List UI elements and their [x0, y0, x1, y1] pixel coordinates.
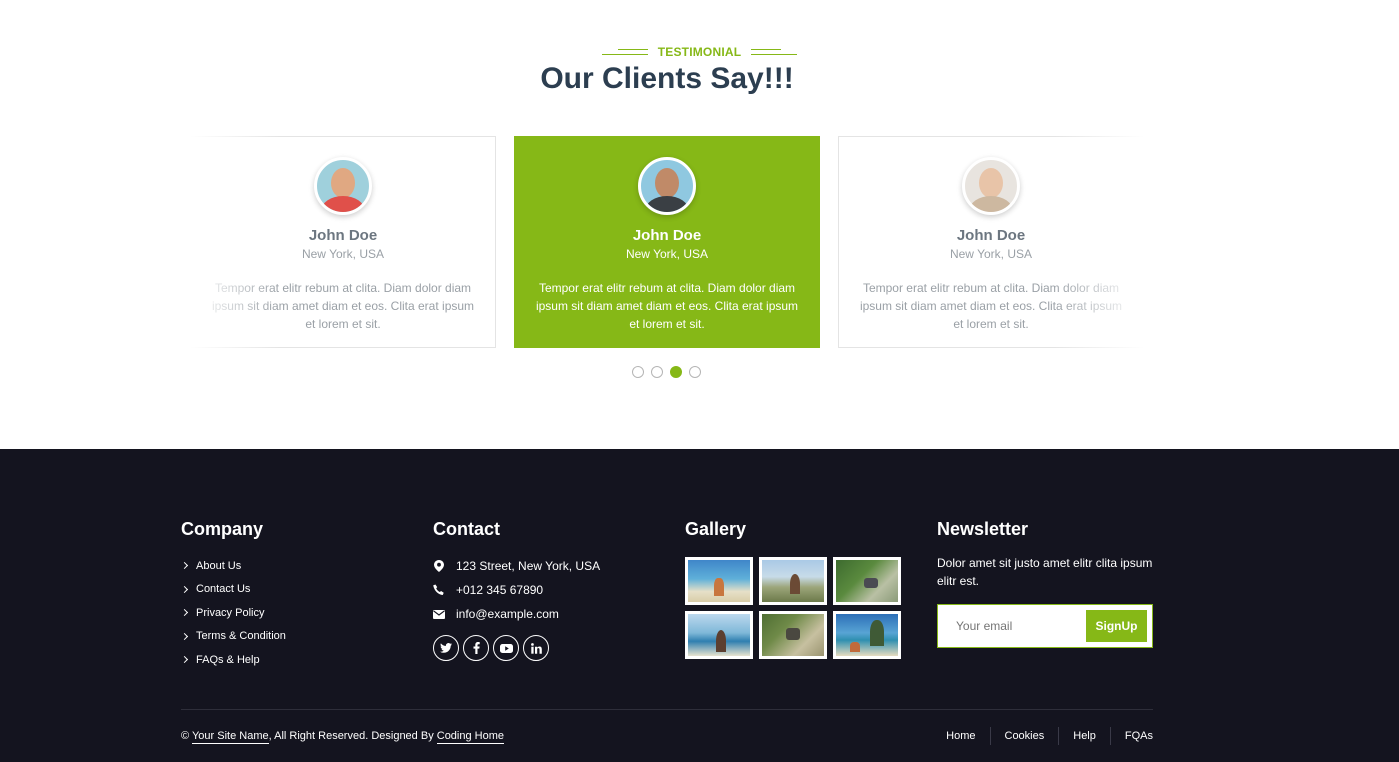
testimonial-section: TESTIMONIAL Our Clients Say!!! John Doe …	[0, 0, 1399, 449]
carousel-dots	[632, 366, 701, 378]
contact-address: 123 Street, New York, USA	[433, 554, 600, 578]
copyright: © Your Site Name, All Right Reserved. De…	[181, 730, 505, 744]
eyebrow-label: TESTIMONIAL	[657, 45, 742, 59]
chevron-right-icon	[180, 609, 189, 617]
client-quote: Tempor erat elitr rebum at clita. Diam d…	[211, 281, 475, 331]
phone-icon	[433, 584, 445, 596]
section-heading: Our Clients Say!!!	[540, 62, 794, 95]
client-location: New York, USA	[301, 247, 385, 261]
carousel-dot-4[interactable]	[689, 366, 701, 378]
chevron-right-icon	[180, 562, 189, 570]
client-quote: Tempor erat elitr rebum at clita. Diam d…	[535, 281, 799, 331]
newsletter-email-input[interactable]	[938, 605, 1088, 647]
footer-nav-cookies[interactable]: Cookies	[989, 727, 1059, 745]
link-label: FAQs & Help	[196, 653, 260, 666]
gallery-image[interactable]	[833, 557, 901, 605]
client-name: John Doe	[956, 227, 1026, 244]
footer-contact-title: Contact	[433, 519, 500, 539]
chevron-right-icon	[180, 632, 189, 640]
client-name: John Doe	[632, 227, 702, 244]
link-label: Contact Us	[196, 583, 251, 596]
gallery-image[interactable]	[685, 557, 753, 605]
testimonial-card-active[interactable]: John Doe New York, USA Tempor erat elitr…	[514, 136, 820, 348]
testimonial-card[interactable]: John Doe New York, USA Tempor erat elitr…	[838, 136, 1144, 348]
signup-button[interactable]: SignUp	[1086, 610, 1147, 642]
newsletter-text: Dolor amet sit justo amet elitr clita ip…	[937, 556, 1153, 588]
copyright-symbol: ©	[181, 730, 192, 742]
section-eyebrow: TESTIMONIAL	[0, 43, 1399, 61]
link-label: Terms & Condition	[196, 630, 286, 643]
social-links	[433, 635, 600, 661]
chevron-right-icon	[180, 656, 189, 664]
footer-gallery-title: Gallery	[685, 519, 747, 539]
footer-nav-fqas[interactable]: FQAs	[1109, 727, 1153, 745]
footer-link-contact[interactable]: Contact Us	[180, 578, 286, 602]
client-location: New York, USA	[625, 247, 709, 261]
email-text: info@example.com	[456, 607, 559, 621]
linkedin-icon[interactable]	[523, 635, 549, 661]
contact-phone[interactable]: +012 345 67890	[433, 578, 600, 602]
gallery-grid	[685, 557, 901, 659]
avatar	[962, 157, 1020, 215]
footer-newsletter-title: Newsletter	[937, 519, 1029, 539]
avatar	[314, 157, 372, 215]
client-quote: Tempor erat elitr rebum at clita. Diam d…	[859, 281, 1123, 331]
gallery-image[interactable]	[759, 611, 827, 659]
footer-contact: Contact 123 Street, New York, USA +012 3…	[433, 519, 600, 661]
footer-link-terms[interactable]: Terms & Condition	[180, 625, 286, 649]
footer-nav-home[interactable]: Home	[932, 727, 989, 745]
footer-bottom-nav: Home Cookies Help FQAs	[932, 727, 1153, 745]
avatar	[638, 157, 696, 215]
address-text: 123 Street, New York, USA	[456, 559, 601, 573]
map-marker-icon	[433, 560, 445, 572]
carousel-dot-3-active[interactable]	[670, 366, 682, 378]
carousel-dot-1[interactable]	[632, 366, 644, 378]
footer-company: Company About Us Contact Us Privacy Poli…	[180, 519, 286, 672]
gallery-image[interactable]	[833, 611, 901, 659]
site-footer: Company About Us Contact Us Privacy Poli…	[0, 449, 1399, 762]
eyebrow-lines-right	[751, 48, 798, 56]
footer-divider	[181, 709, 1153, 710]
chevron-right-icon	[180, 585, 189, 593]
link-label: Privacy Policy	[196, 606, 265, 619]
footer-link-privacy[interactable]: Privacy Policy	[180, 601, 286, 625]
client-location: New York, USA	[949, 247, 1033, 261]
footer-company-title: Company	[181, 519, 264, 539]
contact-list: 123 Street, New York, USA +012 345 67890…	[433, 554, 600, 626]
youtube-icon[interactable]	[493, 635, 519, 661]
carousel-dot-2[interactable]	[651, 366, 663, 378]
footer-gallery: Gallery	[685, 519, 901, 659]
twitter-icon[interactable]	[433, 635, 459, 661]
link-label: About Us	[196, 559, 242, 572]
footer-link-about[interactable]: About Us	[180, 554, 286, 578]
footer-nav-help[interactable]: Help	[1058, 727, 1110, 745]
facebook-icon[interactable]	[463, 635, 489, 661]
designer-link[interactable]: Coding Home	[436, 730, 505, 744]
eyebrow-lines-left	[601, 48, 648, 56]
site-name-link[interactable]: Your Site Name	[191, 730, 269, 744]
footer-link-faqs[interactable]: FAQs & Help	[180, 648, 286, 672]
phone-text: +012 345 67890	[456, 583, 544, 597]
newsletter-form: SignUp	[937, 604, 1153, 648]
client-name: John Doe	[308, 227, 378, 244]
testimonial-carousel[interactable]: John Doe New York, USA Tempor erat elitr…	[0, 136, 1399, 348]
envelope-icon	[433, 608, 445, 620]
contact-email[interactable]: info@example.com	[433, 602, 600, 626]
copyright-text: , All Right Reserved. Designed By	[268, 730, 437, 742]
testimonial-card[interactable]: John Doe New York, USA Tempor erat elitr…	[190, 136, 496, 348]
footer-newsletter: Newsletter Dolor amet sit justo amet eli…	[937, 519, 1153, 648]
company-links: About Us Contact Us Privacy Policy Terms…	[180, 554, 286, 672]
gallery-image[interactable]	[759, 557, 827, 605]
gallery-image[interactable]	[685, 611, 753, 659]
